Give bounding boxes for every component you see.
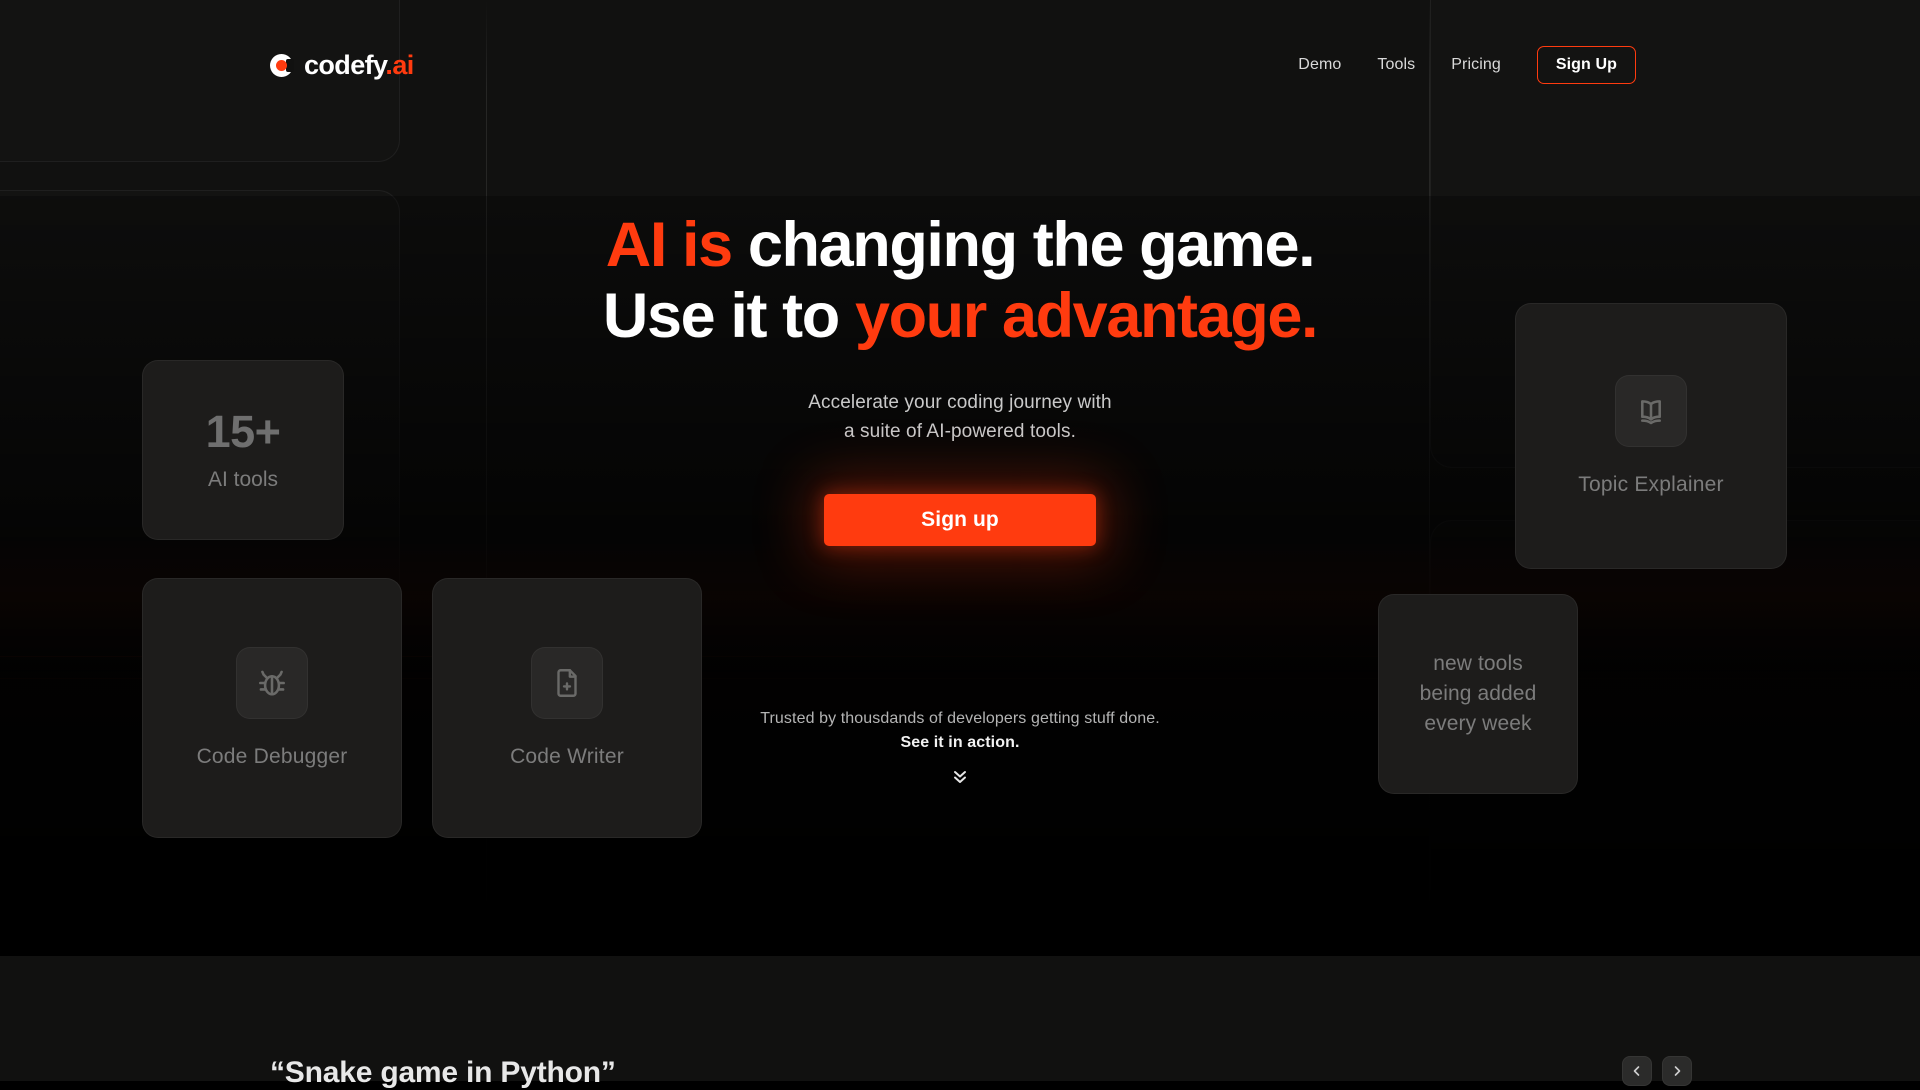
subtitle-line-1: Accelerate your coding journey with — [808, 392, 1112, 414]
signup-nav-button[interactable]: Sign Up — [1536, 46, 1636, 84]
nav-item-tools[interactable]: Tools — [1377, 56, 1415, 74]
hero-section: AI is changing the game. Use it to your … — [0, 210, 1920, 788]
carousel-controls — [1622, 1056, 1692, 1086]
brand-name-main: codefy — [304, 49, 386, 80]
showcase-section: “Snake game in Python” — [0, 956, 1920, 1089]
brand-logo[interactable]: codefy.ai — [270, 50, 414, 81]
subtitle-line-2: a suite of AI-powered tools. — [844, 420, 1076, 442]
headline-plain-1: changing the game. — [731, 210, 1316, 280]
brand-name-accent: ai — [392, 49, 414, 80]
page-title: AI is changing the game. Use it to your … — [602, 210, 1319, 352]
showcase-title: “Snake game in Python” — [270, 1056, 616, 1089]
hero-subtitle: Accelerate your coding journey with a su… — [808, 389, 1111, 446]
nav-item-demo[interactable]: Demo — [1298, 56, 1341, 74]
carousel-prev-button[interactable] — [1622, 1056, 1652, 1086]
chevron-left-icon — [1633, 1066, 1640, 1076]
headline-accent-2: your advantage. — [854, 280, 1319, 351]
primary-nav: Demo Tools Pricing Sign Up — [1298, 46, 1636, 84]
site-header: codefy.ai Demo Tools Pricing Sign Up — [0, 0, 1920, 130]
headline-line-2: Use it to your advantage. — [602, 280, 1319, 352]
headline-plain-2: Use it to — [602, 280, 855, 351]
brand-wordmark: codefy.ai — [304, 50, 414, 81]
trust-text: Trusted by thousdands of developers gett… — [760, 710, 1160, 728]
see-in-action-text: See it in action. — [900, 734, 1020, 752]
social-proof: Trusted by thousdands of developers gett… — [760, 710, 1160, 788]
codefy-circle-logo-icon — [270, 53, 294, 77]
nav-item-pricing[interactable]: Pricing — [1451, 56, 1501, 74]
carousel-next-button[interactable] — [1662, 1056, 1692, 1086]
headline-accent-1: AI is — [605, 210, 733, 280]
headline-line-1: AI is changing the game. — [603, 210, 1317, 281]
signup-cta-button[interactable]: Sign up — [824, 494, 1096, 547]
double-chevron-down-icon[interactable] — [949, 766, 971, 788]
chevron-right-icon — [1674, 1066, 1681, 1076]
